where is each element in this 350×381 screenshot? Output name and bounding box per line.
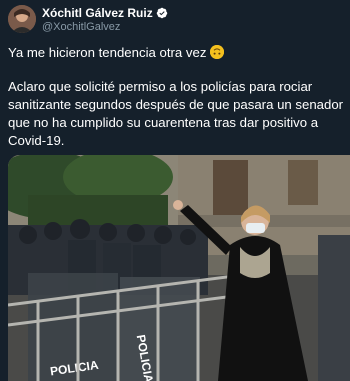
tweet-body: Aclaro que solicité permiso a los policí… <box>8 79 344 148</box>
avatar[interactable] <box>8 5 36 33</box>
tweet-line-1: Ya me hicieron tendencia otra vez <box>8 44 344 62</box>
tweet-photo[interactable]: POLICIA POLICIA <box>8 155 350 381</box>
tweet-header: Xóchitl Gálvez Ruiz @XochitlGalvez <box>8 5 342 35</box>
verified-badge-icon <box>156 7 167 19</box>
upside-down-face-emoji-icon <box>210 45 225 59</box>
photo-image: POLICIA POLICIA <box>8 155 350 381</box>
tweet-line-1-text: Ya me hicieron tendencia otra vez <box>8 45 207 60</box>
tweet-text: Ya me hicieron tendencia otra vez Aclaro… <box>8 44 344 150</box>
handle[interactable]: @XochitlGalvez <box>42 21 120 33</box>
display-name[interactable]: Xóchitl Gálvez Ruiz <box>42 6 153 20</box>
